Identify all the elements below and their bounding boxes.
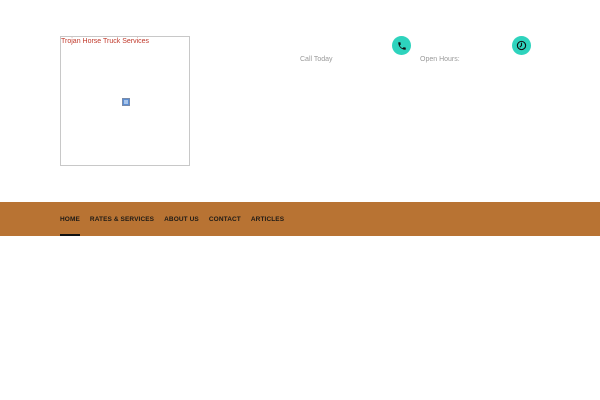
nav-item-rates-services[interactable]: RATES & SERVICES (90, 202, 154, 236)
phone-icon-glyph (397, 41, 406, 50)
nav-item-home[interactable]: HOME (60, 202, 80, 236)
clock-icon[interactable] (512, 36, 531, 55)
nav-item-articles[interactable]: ARTICLES (251, 202, 284, 236)
nav-list: HOME RATES & SERVICES ABOUT US CONTACT A… (60, 202, 294, 236)
page: Trojan Horse Truck Services Call Today O… (0, 0, 600, 400)
nav-item-about-us[interactable]: ABOUT US (164, 202, 199, 236)
logo-link[interactable]: Trojan Horse Truck Services (60, 36, 190, 166)
nav-item-contact[interactable]: CONTACT (209, 202, 241, 236)
main-navigation: HOME RATES & SERVICES ABOUT US CONTACT A… (0, 202, 600, 236)
broken-image-icon (122, 98, 130, 106)
open-hours-label: Open Hours: (420, 56, 460, 63)
phone-icon[interactable] (392, 36, 411, 55)
logo-alt-text: Trojan Horse Truck Services (61, 38, 150, 45)
clock-icon-glyph (516, 40, 527, 51)
call-today-label: Call Today (300, 56, 333, 63)
